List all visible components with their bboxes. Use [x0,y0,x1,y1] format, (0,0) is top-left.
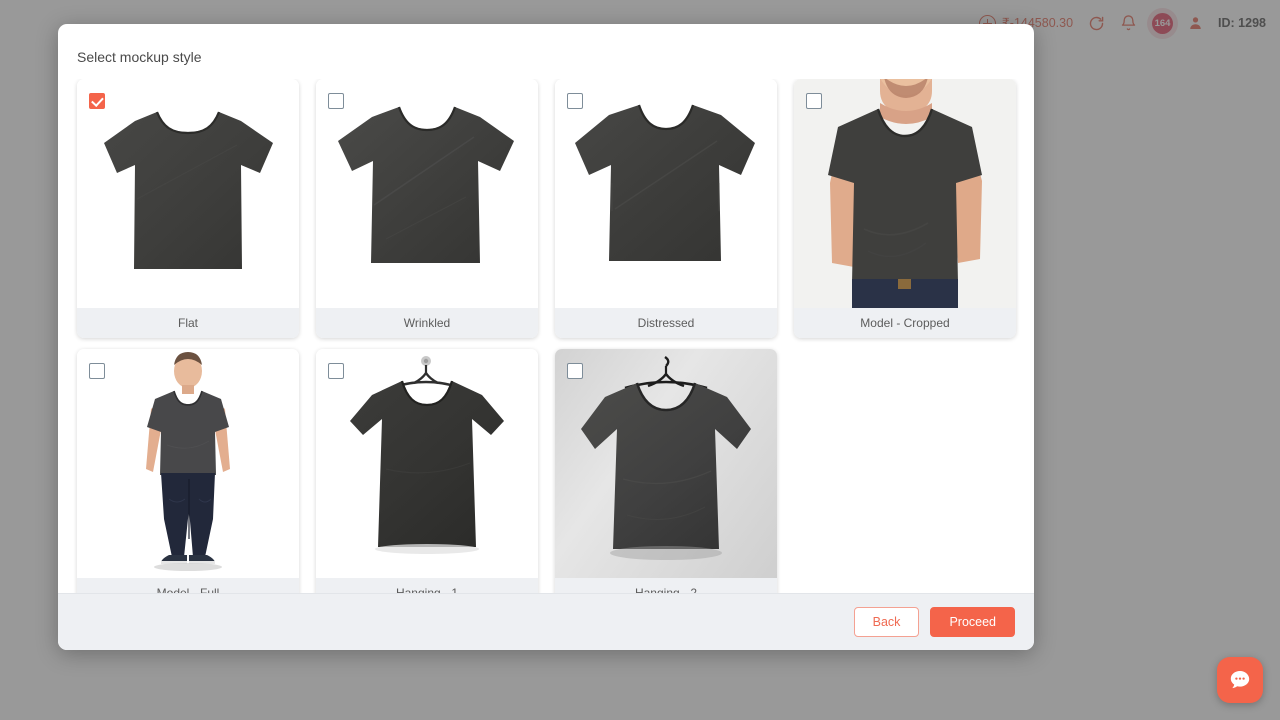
mockup-preview-wrinkled [316,79,538,308]
mockup-checkbox-hanging-1[interactable] [328,363,344,379]
mockup-preview-hanging-2 [555,349,777,578]
dialog-body: Flat Wrinkled Distressed Model - Cropped… [58,79,1034,593]
mockup-label-distressed: Distressed [555,308,777,338]
proceed-button[interactable]: Proceed [930,606,1015,638]
chat-launcher-button[interactable] [1217,657,1263,703]
mockup-label-hanging-1: Hanging - 1 [316,578,538,593]
chat-bubble-icon [1228,668,1252,692]
mockup-label-model-full: Model - Full [77,578,299,593]
mockup-label-flat: Flat [77,308,299,338]
mockup-preview-model-cropped [794,79,1016,308]
tshirt-flat-icon [77,79,299,308]
mockup-card-distressed[interactable]: Distressed [555,79,777,338]
mockup-checkbox-model-full[interactable] [89,363,105,379]
tshirt-hanging-2-icon [555,349,777,578]
mockup-checkbox-wrinkled[interactable] [328,93,344,109]
mockup-card-model-cropped[interactable]: Model - Cropped [794,79,1016,338]
mockup-checkbox-flat[interactable] [89,93,105,109]
tshirt-wrinkled-icon [316,79,538,308]
mockup-style-grid: Flat Wrinkled Distressed Model - Cropped… [77,79,1016,593]
model-cropped-icon [794,79,1016,308]
dialog-footer: Back Proceed [58,593,1034,650]
select-mockup-style-dialog: Select mockup style Flat Wrinkled Distre… [58,24,1034,650]
mockup-preview-distressed [555,79,777,308]
mockup-card-model-full[interactable]: Model - Full [77,349,299,593]
mockup-checkbox-distressed[interactable] [567,93,583,109]
mockup-card-flat[interactable]: Flat [77,79,299,338]
mockup-label-wrinkled: Wrinkled [316,308,538,338]
mockup-preview-hanging-1 [316,349,538,578]
back-button[interactable]: Back [853,606,920,638]
application-root: ₹-144580.30 164 [0,0,1280,720]
mockup-label-hanging-2: Hanging - 2 [555,578,777,593]
mockup-label-model-cropped: Model - Cropped [794,308,1016,338]
mockup-checkbox-hanging-2[interactable] [567,363,583,379]
mockup-preview-flat [77,79,299,308]
mockup-card-hanging-1[interactable]: Hanging - 1 [316,349,538,593]
mockup-preview-model-full [77,349,299,578]
mockup-card-hanging-2[interactable]: Hanging - 2 [555,349,777,593]
tshirt-distressed-icon [555,79,777,308]
mockup-card-wrinkled[interactable]: Wrinkled [316,79,538,338]
mockup-checkbox-model-cropped[interactable] [806,93,822,109]
dialog-title: Select mockup style [77,49,202,65]
model-full-icon [77,349,299,578]
tshirt-hanging-1-icon [316,349,538,578]
